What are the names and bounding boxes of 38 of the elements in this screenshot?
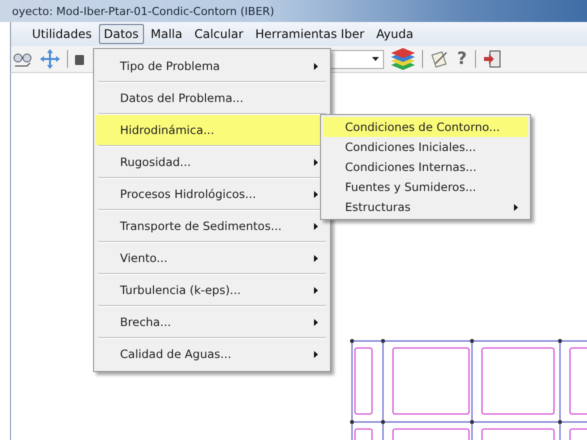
menu-item[interactable]: Ayuda <box>371 24 418 44</box>
menu-item[interactable]: Herramientas Iber <box>250 24 370 44</box>
layers-icon[interactable] <box>390 48 416 70</box>
menu-option[interactable]: Procesos Hidrológicos... <box>96 179 328 209</box>
menu-item[interactable]: Utilidades <box>27 24 97 44</box>
help-button[interactable]: ? <box>455 49 469 69</box>
menu-option-label: Condiciones Iniciales... <box>345 140 476 154</box>
menu-option[interactable]: Brecha... <box>96 307 328 337</box>
menu-option-label: Procesos Hidrológicos... <box>120 187 256 201</box>
menu-option-label: Fuentes y Sumideros... <box>345 180 476 194</box>
menu-option-label: Rugosidad... <box>120 155 191 169</box>
caret-icon <box>372 57 379 61</box>
menu-option[interactable]: Transporte de Sedimentos... <box>96 211 328 241</box>
menu-option[interactable]: Viento... <box>96 243 328 273</box>
exit-icon[interactable] <box>482 49 502 69</box>
menu-option-label: Transporte de Sedimentos... <box>120 219 282 233</box>
menu-option[interactable]: Condiciones de Contorno... <box>323 117 528 137</box>
move-icon[interactable] <box>39 48 61 70</box>
menu-option-label: Viento... <box>120 251 168 265</box>
menu-item[interactable]: Malla <box>146 24 188 44</box>
menu-option[interactable]: Calidad de Aguas... <box>96 339 328 369</box>
menu-item[interactable]: Datos <box>98 24 144 44</box>
menu-option-label: Tipo de Problema <box>120 59 220 73</box>
menu-item[interactable]: Calcular <box>189 24 248 44</box>
menu-option-label: Datos del Problema... <box>120 91 244 105</box>
edit-icon[interactable] <box>429 49 449 69</box>
menu-option-label: Calidad de Aguas... <box>120 347 232 361</box>
menu-option-label: Estructuras <box>345 200 411 214</box>
window-title: oyecto: Mod-Iber-Ptar-01-Condic-Contorn (IBER) <box>12 4 274 18</box>
menu-option[interactable]: Datos del Problema... <box>96 83 328 113</box>
menu-option-label: Condiciones de Contorno... <box>345 120 500 134</box>
menu-option[interactable]: Turbulencia (k-eps)... <box>96 275 328 305</box>
menu-option[interactable]: Rugosidad... <box>96 147 328 177</box>
menu-option-label: Turbulencia (k-eps)... <box>120 283 241 297</box>
menu-option-label: Condiciones Internas... <box>345 160 476 174</box>
menu-option-label: Brecha... <box>120 315 172 329</box>
menu-option[interactable]: Tipo de Problema <box>96 51 328 81</box>
menu-option-label: Hidrodinámica... <box>120 123 214 137</box>
